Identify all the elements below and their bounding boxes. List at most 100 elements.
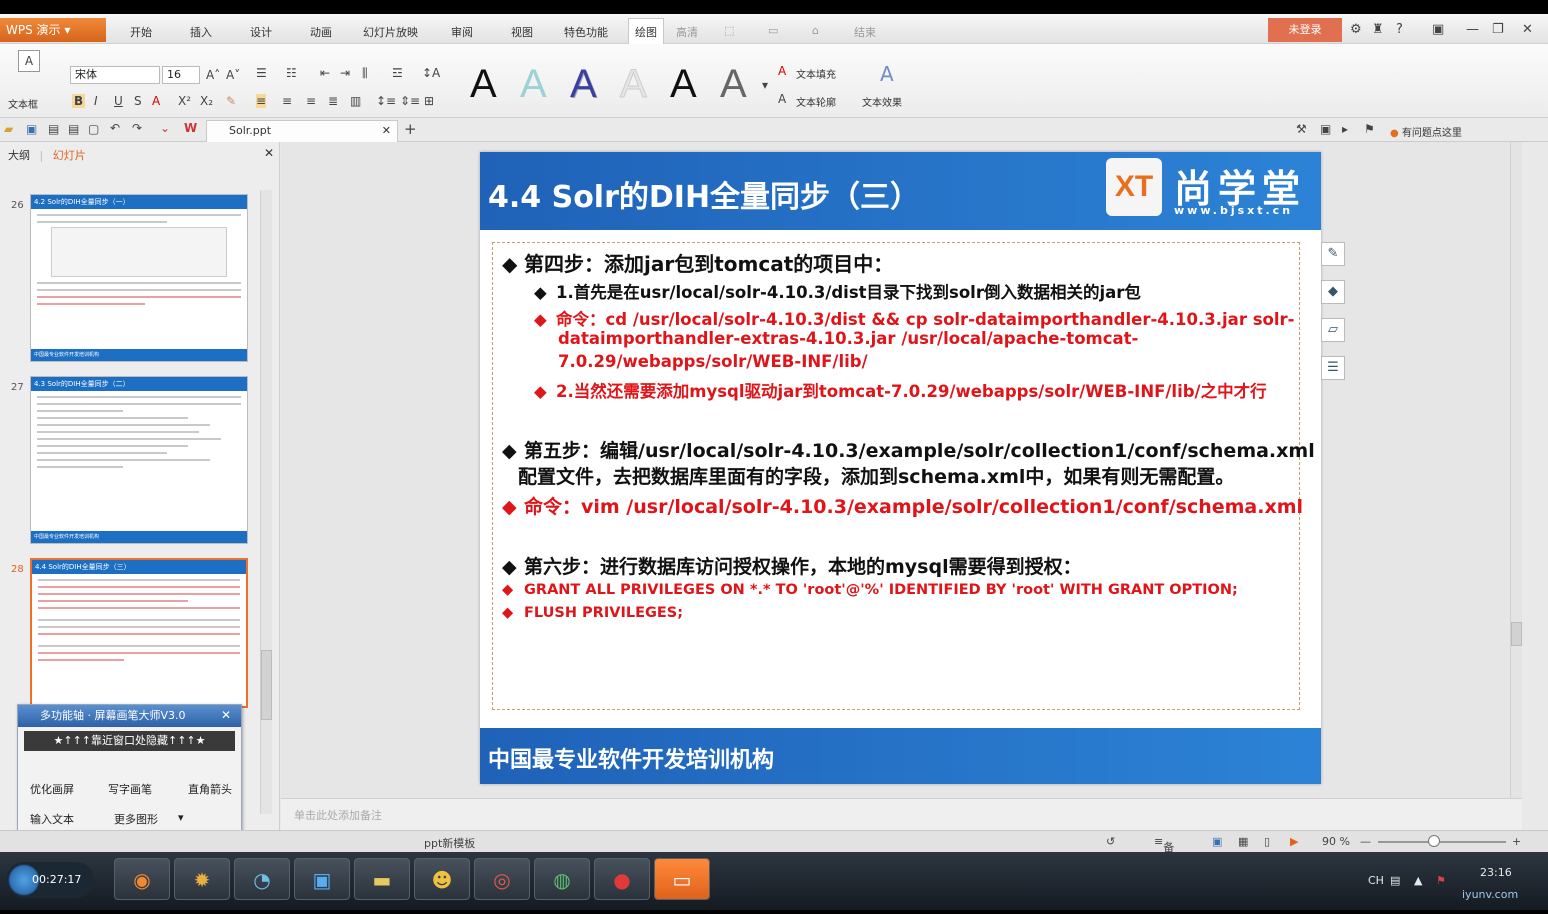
bold-icon[interactable]: B (72, 94, 86, 108)
input-language[interactable]: CH (1368, 874, 1384, 887)
italic-icon[interactable]: I (94, 94, 98, 108)
wps-presentation-icon[interactable]: ▭ (654, 858, 710, 900)
globe-app-icon[interactable]: ◍ (534, 858, 590, 900)
tray-arrow-icon[interactable]: ▲ (1414, 874, 1422, 887)
settings-app-icon[interactable]: ✹ (174, 858, 230, 900)
slides-scrollbar[interactable] (260, 190, 272, 814)
mascot-app-icon[interactable]: ☻ (414, 858, 470, 900)
text-style-2[interactable]: A (520, 62, 547, 106)
notes-pane[interactable]: 单击此处添加备注 (281, 798, 1522, 832)
pen-optimize-button[interactable]: 优化画屏 (30, 781, 74, 797)
menu-insert[interactable]: 插入 (190, 24, 212, 40)
outdent-icon[interactable]: ⇤ (320, 66, 330, 80)
pen-brush-button[interactable]: 写字画笔 (108, 781, 152, 797)
text-effect-icon[interactable]: A (880, 62, 894, 86)
reading-view-icon[interactable]: ▯ (1264, 835, 1270, 848)
sorter-view-icon[interactable]: ▦ (1238, 835, 1248, 848)
menu-home[interactable]: 开始 (130, 24, 152, 40)
slide-thumbnail-28[interactable]: 4.4 Solr的DIH全量同步（三） (30, 558, 248, 708)
slide-title[interactable]: 4.4 Solr的DIH全量同步（三） (488, 172, 920, 216)
restore-button[interactable]: ❐ (1492, 22, 1504, 37)
normal-view-icon[interactable]: ▣ (1212, 835, 1222, 848)
tool-icon-3[interactable]: ▸ (1342, 122, 1348, 136)
skin-icon[interactable]: ⚙ (1350, 22, 1362, 37)
tool-icon-4[interactable]: ⚑ (1364, 122, 1375, 136)
pen-text-button[interactable]: 输入文本 (30, 811, 74, 827)
chrome-icon[interactable]: ◔ (234, 858, 290, 900)
pen-hide-bar[interactable]: ★↑↑↑靠近窗口处隐藏↑↑↑★ (24, 731, 235, 751)
login-button[interactable]: 未登录 (1268, 18, 1342, 42)
menu-view[interactable]: 视图 (511, 24, 533, 40)
pen-shapes-button[interactable]: 更多图形 (114, 811, 158, 827)
styles-more-icon[interactable]: ▾ (762, 78, 768, 92)
zoom-in-icon[interactable]: + (1512, 835, 1521, 848)
text-outline-icon[interactable]: A (778, 92, 786, 106)
undo-icon[interactable]: ↶ (110, 121, 120, 135)
print-icon[interactable]: ▤ (68, 122, 79, 136)
restore-icon[interactable]: ↺ (1106, 835, 1115, 848)
preview-icon[interactable]: ▢ (88, 122, 99, 136)
pen-arrow-button[interactable]: 直角箭头 (188, 781, 232, 797)
menu-end[interactable]: 结束 (854, 24, 876, 40)
slide[interactable]: 4.4 Solr的DIH全量同步（三） XT 尚学堂 www.bjsxt.cn … (480, 152, 1321, 784)
text-outline-button[interactable]: 文本轮廓 (796, 94, 836, 109)
keyboard-icon[interactable]: ▤ (1390, 874, 1400, 887)
align-center-icon[interactable]: ≡ (282, 94, 292, 108)
text-direction-icon[interactable]: ↕A (422, 66, 440, 80)
para-spacing-icon[interactable]: ⇕≡ (400, 94, 420, 108)
pen-tool-window[interactable]: 多功能轴 · 屏幕画笔大师V3.0 ✕ ★↑↑↑靠近窗口处隐藏↑↑↑★ 优化画屏… (17, 704, 242, 846)
text-style-5[interactable]: A (670, 62, 697, 106)
slideshow-icon[interactable]: ▶ (1290, 835, 1298, 848)
pdf-icon[interactable]: ▤ (48, 122, 59, 136)
home-icon[interactable]: ⌂ (812, 24, 819, 37)
recorder-app-icon[interactable]: ● (594, 858, 650, 900)
zoom-slider[interactable] (1378, 841, 1506, 843)
menu-drawing[interactable]: 绘图 (628, 18, 664, 46)
numbering-icon[interactable]: ☷ (286, 66, 297, 80)
text-fill-button[interactable]: 文本填充 (796, 66, 836, 81)
underline-icon[interactable]: U (114, 94, 123, 108)
justify-icon[interactable]: ≣ (328, 94, 338, 108)
box-app-icon[interactable]: ▣ (294, 858, 350, 900)
textbox-icon[interactable]: A (18, 50, 40, 72)
menu-animation[interactable]: 动画 (310, 24, 332, 40)
columns-icon[interactable]: ⫼ (362, 66, 368, 81)
firefox-icon[interactable]: ◉ (114, 858, 170, 900)
window-icon[interactable]: ▭ (768, 24, 778, 37)
outline-icon[interactable]: ▱ (1321, 318, 1345, 342)
redo-icon[interactable]: ↷ (132, 121, 142, 135)
menu-design[interactable]: 设计 (250, 24, 272, 40)
shrink-font-icon[interactable]: A˅ (226, 68, 240, 82)
menu-hd[interactable]: 高清 (676, 24, 698, 40)
font-color-icon[interactable]: A (152, 94, 160, 108)
folder-icon[interactable]: ▬ (354, 858, 410, 900)
fill-icon[interactable]: ◆ (1321, 280, 1345, 304)
layout-icon[interactable]: ▣ (1432, 22, 1444, 37)
open-icon[interactable]: ▰ (4, 122, 13, 136)
menu-review[interactable]: 审阅 (451, 24, 473, 40)
menu-slideshow[interactable]: 幻灯片放映 (363, 24, 418, 40)
layers-icon[interactable]: ☰ (1321, 356, 1345, 380)
subscript-icon[interactable]: X₂ (200, 94, 213, 108)
clear-format-icon[interactable]: ✎ (226, 94, 236, 108)
canvas-scroll-thumb[interactable] (1511, 622, 1522, 646)
clock[interactable]: 23:16 (1480, 866, 1512, 879)
zoom-slider-thumb[interactable] (1428, 835, 1440, 847)
text-style-1[interactable]: A (470, 62, 497, 106)
align-right-icon[interactable]: ≡ (306, 94, 316, 108)
superscript-icon[interactable]: X² (178, 94, 191, 108)
start-button[interactable]: 00:27:17 (6, 862, 94, 898)
align-text-icon[interactable]: ☲ (392, 66, 403, 80)
indent-icon[interactable]: ⇥ (340, 66, 350, 80)
help-button[interactable]: ? (1396, 22, 1403, 37)
bullets-icon[interactable]: ☰ (256, 66, 267, 80)
font-size-select[interactable]: 16 (162, 66, 200, 84)
document-tab[interactable]: Solr.ppt ✕ (206, 120, 398, 142)
customize-icon[interactable]: ⌄ (160, 121, 170, 135)
canvas-scrollbar[interactable] (1510, 142, 1522, 798)
new-tab-button[interactable]: + (404, 120, 417, 138)
text-style-3[interactable]: A (570, 62, 597, 106)
textbox-button[interactable]: 文本框 (8, 96, 38, 111)
scroll-thumb[interactable] (261, 650, 272, 720)
zoom-out-icon[interactable]: — (1360, 835, 1371, 848)
